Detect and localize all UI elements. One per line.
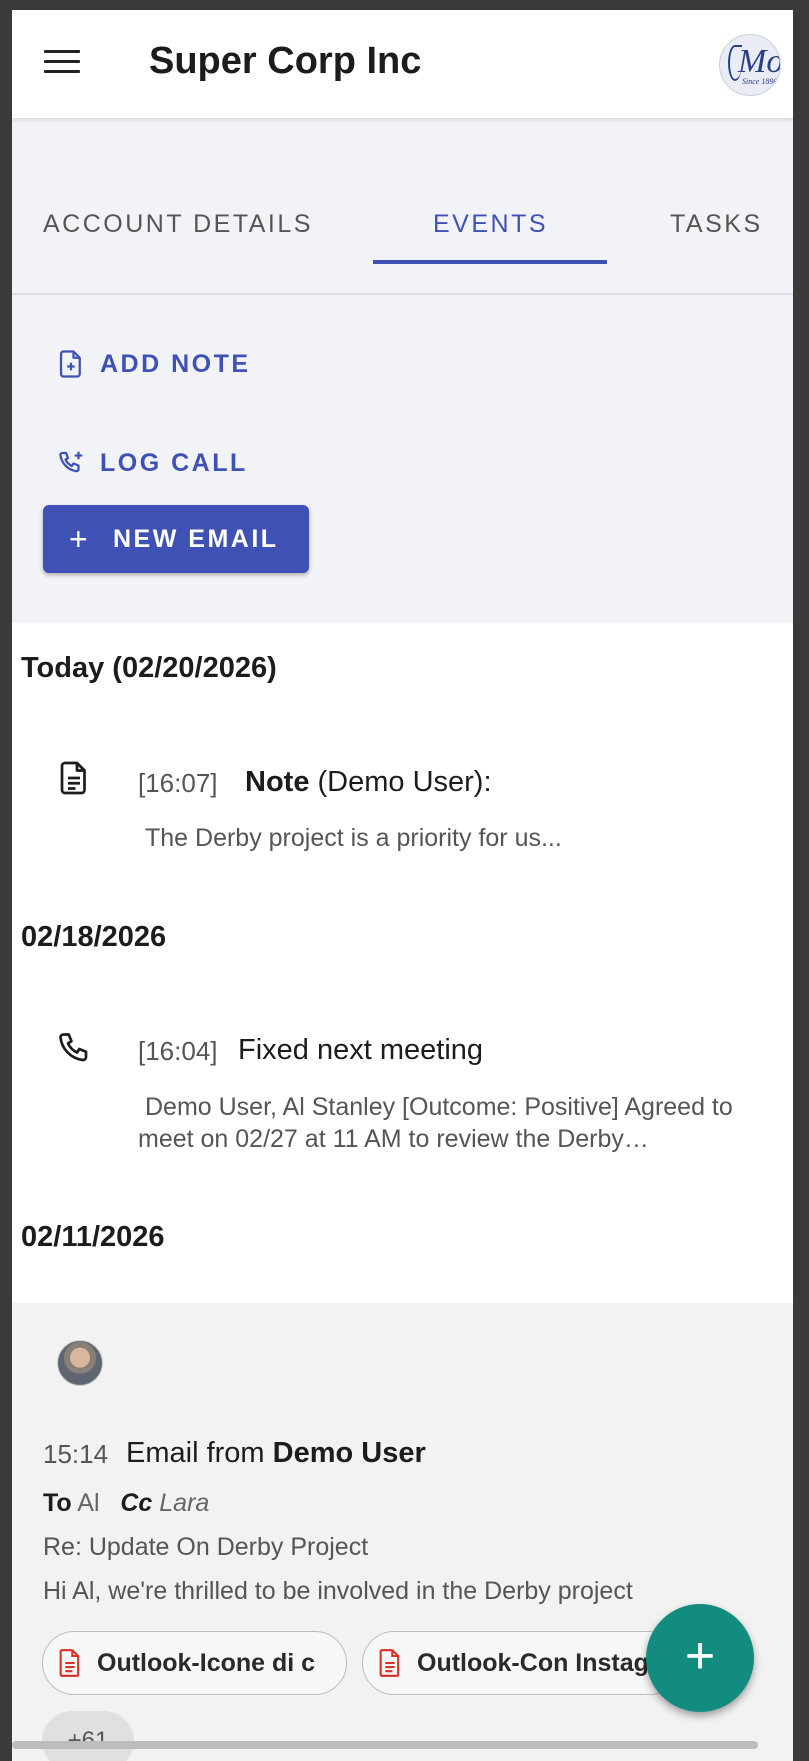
to-label: To [43, 1489, 72, 1517]
new-email-label: NEW EMAIL [113, 524, 279, 553]
log-call-button[interactable]: LOG CALL [56, 433, 248, 493]
email-time: 15:14 [43, 1439, 109, 1469]
event-description: Demo User, Al Stanley [Outcome: Positive… [138, 1093, 733, 1153]
plus-icon: + [69, 521, 88, 557]
event-time: [16:04] [138, 1036, 218, 1066]
tab-account-details[interactable]: ACCOUNT DETAILS [43, 210, 313, 239]
tab-tasks[interactable]: TASKS [670, 210, 763, 239]
plus-icon: + [684, 1627, 716, 1685]
tab-bar: ACCOUNT DETAILS EVENTS TASKS [12, 118, 793, 295]
more-attachments-chip[interactable]: +61 [42, 1711, 134, 1761]
email-subject: Re: Update On Derby Project [43, 1533, 369, 1561]
cc-label: Cc [120, 1489, 153, 1517]
email-title-prefix: Email from [126, 1437, 273, 1469]
phone-icon [59, 1033, 88, 1062]
email-title: Email from Demo User [126, 1437, 426, 1470]
event-description: The Derby project is a priority for us..… [145, 824, 562, 852]
file-icon [379, 1649, 400, 1677]
company-logo[interactable]: Mo Since 1890 in [719, 34, 781, 96]
new-email-button[interactable]: + NEW EMAIL [43, 505, 309, 573]
email-snippet: Hi Al, we're thrilled to be involved in … [43, 1577, 633, 1605]
logo-subtext: Since 1890 in [742, 77, 780, 86]
date-header: 02/18/2026 [21, 921, 167, 953]
menu-icon[interactable] [44, 50, 80, 76]
add-fab-button[interactable]: + [646, 1604, 754, 1712]
attachment-name: Outlook-Icone di c [97, 1648, 316, 1677]
date-header: Today (02/20/2026) [21, 652, 277, 684]
page-title: Super Corp Inc [149, 40, 422, 82]
horizontal-scrollbar[interactable] [12, 1741, 758, 1749]
event-title-author: (Demo User): [309, 766, 492, 798]
event-title-type: Note [245, 766, 310, 798]
add-call-icon [59, 451, 83, 473]
attachment-name: Outlook-Con Instag [417, 1648, 649, 1677]
note-add-icon [59, 350, 81, 378]
events-timeline: Today (02/20/2026) [16:07] Note (Demo Us… [12, 623, 793, 1303]
attachment-chip[interactable]: Outlook-Icone di c [42, 1631, 347, 1695]
active-tab-indicator [373, 260, 607, 264]
app-bar: Super Corp Inc Mo Since 1890 in [12, 10, 793, 118]
note-icon [60, 761, 86, 795]
add-note-button[interactable]: ADD NOTE [56, 334, 251, 394]
event-title[interactable]: Fixed next meeting [238, 1034, 483, 1067]
event-actions: ADD NOTE LOG CALL + NEW EMAIL [12, 295, 793, 623]
tab-events[interactable]: EVENTS [433, 210, 548, 239]
email-recipients: To Al Cc Lara [43, 1489, 209, 1518]
event-title[interactable]: Note (Demo User): [245, 766, 492, 799]
to-value: Al [77, 1489, 100, 1517]
date-header: 02/11/2026 [21, 1221, 165, 1253]
log-call-label: LOG CALL [100, 448, 248, 477]
cc-value: Lara [159, 1489, 210, 1517]
app-frame: Super Corp Inc Mo Since 1890 in ACCOUNT … [12, 10, 793, 1761]
file-icon [59, 1649, 80, 1677]
logo-text: Mo [738, 43, 781, 80]
avatar [57, 1340, 103, 1386]
event-time: [16:07] [138, 768, 218, 798]
add-note-label: ADD NOTE [100, 349, 251, 378]
email-sender: Demo User [272, 1437, 426, 1469]
attachment-chip[interactable]: Outlook-Con Instag [362, 1631, 682, 1695]
